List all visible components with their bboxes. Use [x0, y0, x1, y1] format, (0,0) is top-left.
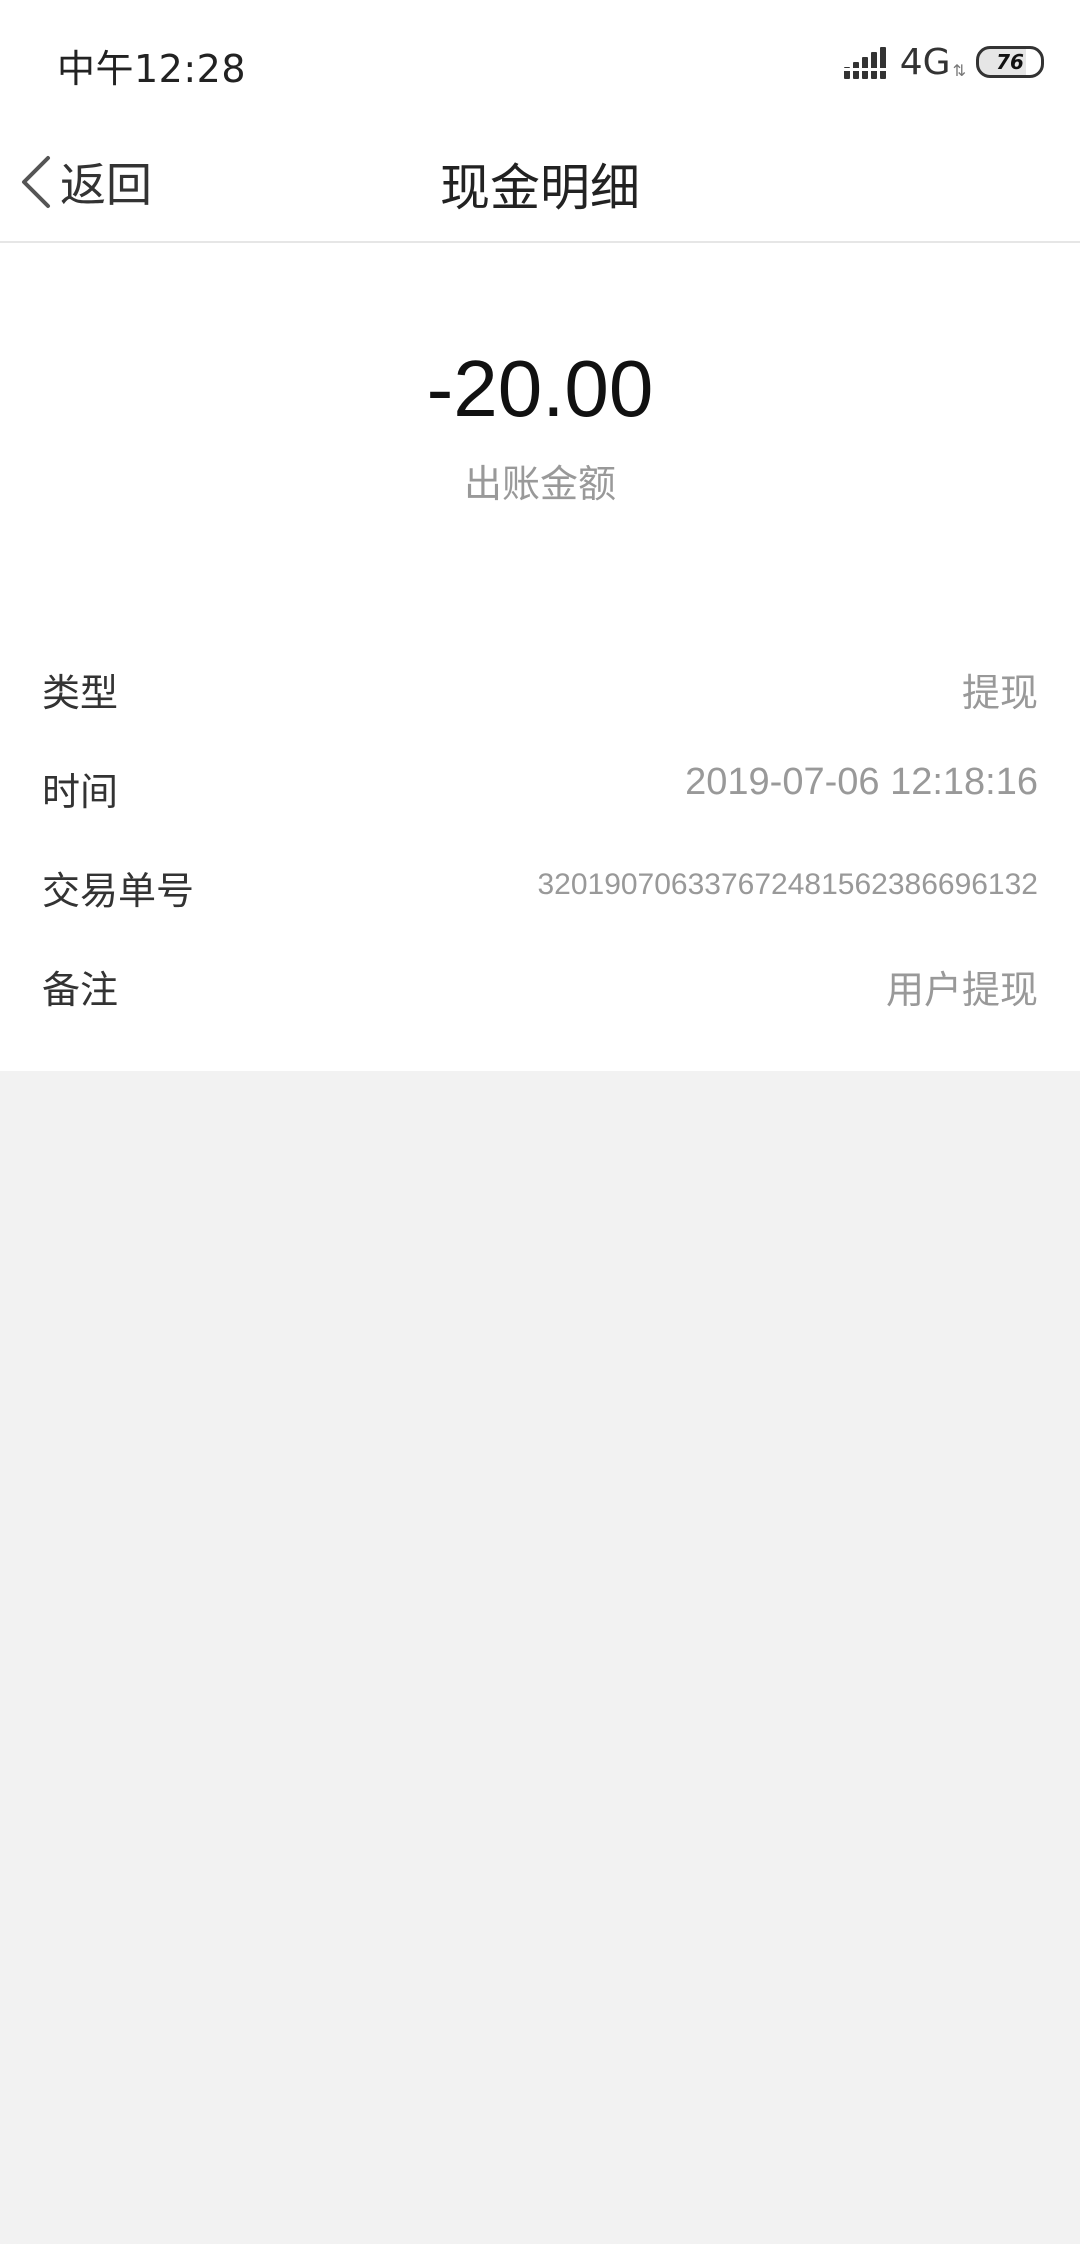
detail-row-type: 类型 提现: [0, 640, 1080, 739]
data-activity-icon: ⇅: [952, 61, 966, 80]
detail-label: 类型: [42, 671, 119, 715]
detail-value: 用户提现: [885, 968, 1038, 1012]
detail-label: 交易单号: [42, 869, 195, 913]
status-indicators: 4G ⇅ 76: [841, 40, 1044, 84]
cash-detail-page: 中午12:28 4G ⇅ 76 返回 现金明细 -20.00 出账金额 类型 提…: [0, 0, 1080, 2244]
status-time: 中午12:28: [57, 47, 247, 91]
detail-value: 提现: [961, 671, 1038, 715]
transaction-detail-card: -20.00 出账金额 类型 提现 时间 2019-07-06 12:18:16…: [0, 243, 1080, 1071]
detail-label: 时间: [42, 770, 119, 814]
detail-value: 320190706337672481562386696132: [537, 868, 1038, 901]
detail-label: 备注: [42, 968, 119, 1012]
transaction-amount: -20.00: [426, 344, 654, 433]
transaction-amount-label: 出账金额: [463, 462, 616, 506]
status-bar: 中午12:28 4G ⇅ 76: [0, 0, 1080, 120]
detail-value: 2019-07-06 12:18:16: [685, 761, 1038, 803]
detail-row-time: 时间 2019-07-06 12:18:16: [0, 739, 1080, 838]
network-type-label: 4G: [899, 41, 951, 83]
page-title: 现金明细: [440, 159, 640, 217]
battery-icon: 76: [976, 46, 1044, 78]
navigation-bar: 返回 现金明细: [0, 120, 1080, 243]
detail-row-order-number: 交易单号 320190706337672481562386696132: [0, 838, 1080, 937]
signal-icon: [841, 45, 886, 79]
battery-level: 76: [996, 50, 1024, 74]
detail-row-remark: 备注 用户提现: [0, 937, 1080, 1036]
